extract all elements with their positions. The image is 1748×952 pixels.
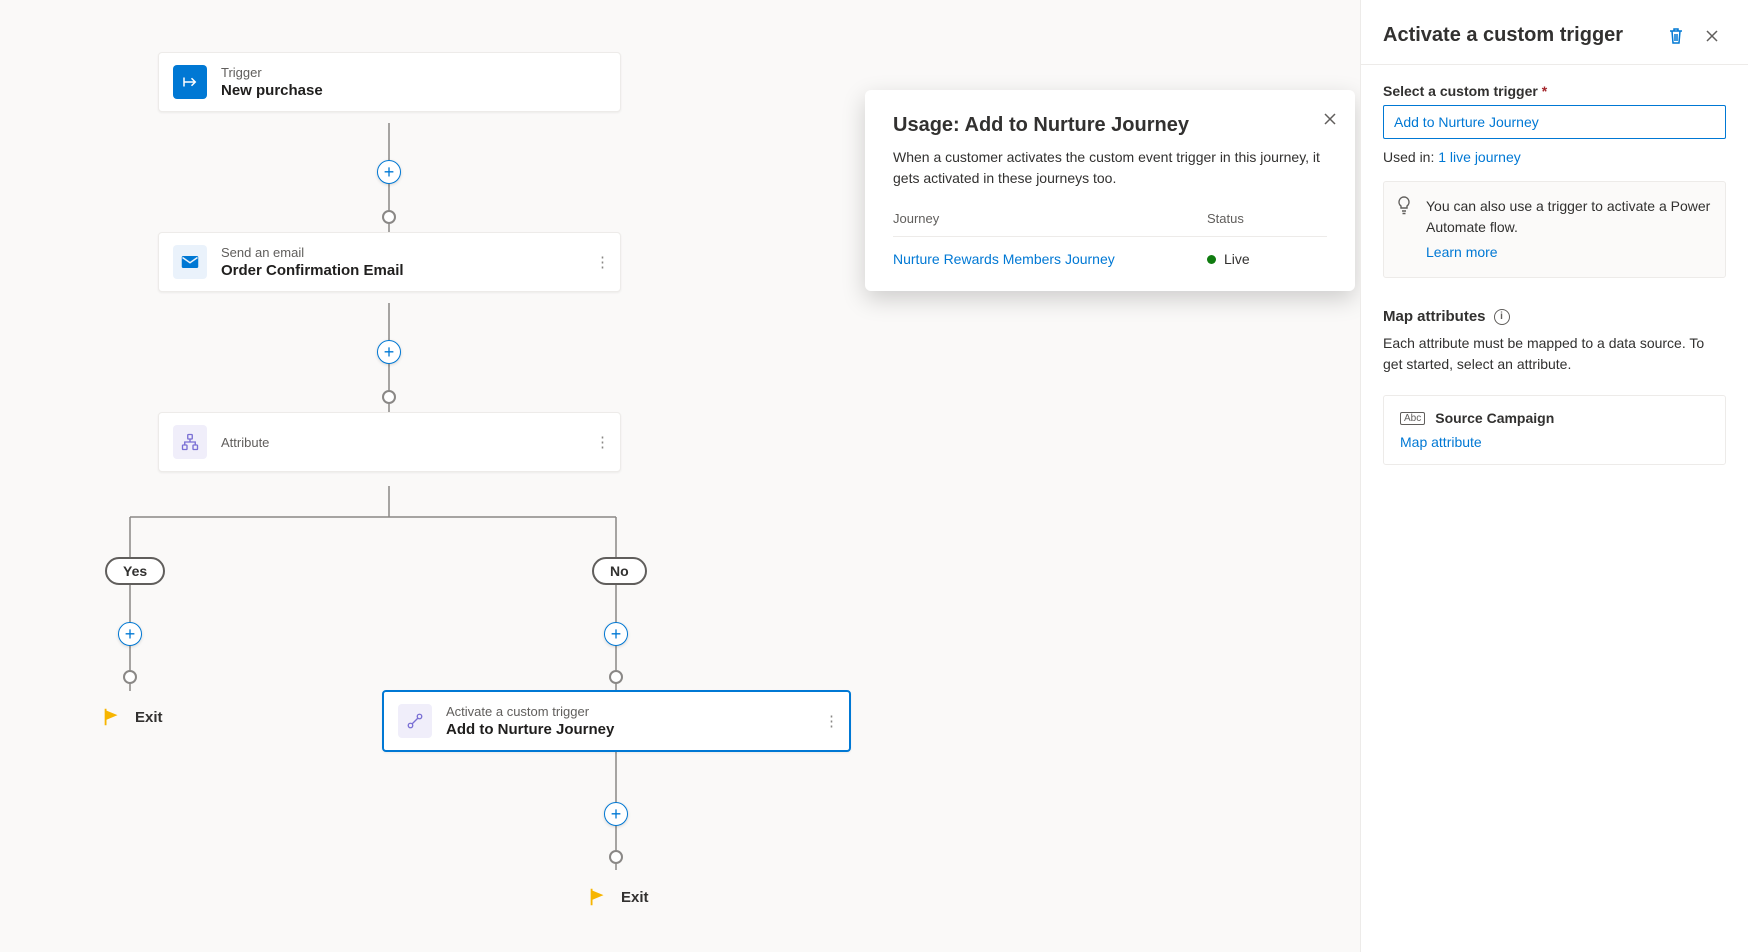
attribute-name: Source Campaign: [1435, 410, 1554, 426]
close-icon[interactable]: [1323, 112, 1337, 129]
map-attributes-heading: Map attributes: [1383, 308, 1486, 325]
info-callout: You can also use a trigger to activate a…: [1383, 181, 1726, 278]
table-row: Nurture Rewards Members Journey Live: [893, 237, 1327, 275]
branch-yes[interactable]: Yes: [105, 557, 165, 585]
lightbulb-icon: [1396, 196, 1412, 222]
column-journey: Journey: [893, 211, 1207, 226]
connector-end-dot: [609, 850, 623, 864]
text-type-icon: Abc: [1400, 412, 1425, 425]
exit-label: Exit: [621, 889, 649, 906]
add-step-button[interactable]: +: [118, 622, 142, 646]
used-in-text: Used in: 1 live journey: [1383, 149, 1726, 165]
status-indicator: [1207, 255, 1216, 264]
journey-link[interactable]: Nurture Rewards Members Journey: [893, 251, 1115, 267]
add-step-button[interactable]: +: [377, 340, 401, 364]
info-icon[interactable]: i: [1494, 309, 1510, 325]
activate-trigger-icon: [398, 704, 432, 738]
exit-marker: Exit: [587, 886, 649, 908]
map-attributes-desc: Each attribute must be mapped to a data …: [1383, 333, 1726, 375]
column-status: Status: [1207, 211, 1327, 226]
node-title: Order Confirmation Email: [221, 262, 404, 279]
node-more-button[interactable]: ⋮: [595, 253, 610, 271]
attribute-item[interactable]: Abc Source Campaign Map attribute: [1383, 395, 1726, 465]
usage-description: When a customer activates the custom eve…: [893, 147, 1327, 189]
node-more-button[interactable]: ⋮: [595, 433, 610, 451]
connector-end-dot: [609, 670, 623, 684]
learn-more-link[interactable]: Learn more: [1426, 242, 1498, 263]
add-step-button[interactable]: +: [377, 160, 401, 184]
usage-title: Usage: Add to Nurture Journey: [893, 114, 1327, 137]
node-email[interactable]: Send an email Order Confirmation Email ⋮: [158, 232, 621, 292]
node-label: Activate a custom trigger: [446, 704, 614, 719]
node-more-button[interactable]: ⋮: [824, 712, 839, 730]
used-in-link[interactable]: 1 live journey: [1438, 149, 1521, 165]
trigger-icon: [173, 65, 207, 99]
panel-title: Activate a custom trigger: [1383, 22, 1654, 49]
journey-canvas[interactable]: Trigger New purchase + Send an email Ord…: [0, 0, 1360, 952]
usage-popup: Usage: Add to Nurture Journey When a cus…: [865, 90, 1355, 291]
node-label: Send an email: [221, 245, 404, 260]
node-trigger[interactable]: Trigger New purchase: [158, 52, 621, 112]
connector-end-dot: [382, 210, 396, 224]
connector-end-dot: [382, 390, 396, 404]
exit-marker: Exit: [101, 706, 163, 728]
select-trigger-input[interactable]: Add to Nurture Journey: [1383, 105, 1726, 139]
delete-button[interactable]: [1662, 22, 1690, 50]
node-label: Attribute: [221, 435, 269, 450]
add-step-button[interactable]: +: [604, 622, 628, 646]
attribute-icon: [173, 425, 207, 459]
node-label: Trigger: [221, 65, 323, 80]
node-title: New purchase: [221, 82, 323, 99]
select-trigger-label: Select a custom trigger *: [1383, 83, 1726, 99]
branch-no[interactable]: No: [592, 557, 647, 585]
close-panel-button[interactable]: [1698, 22, 1726, 50]
email-icon: [173, 245, 207, 279]
node-title: Add to Nurture Journey: [446, 721, 614, 738]
map-attribute-link[interactable]: Map attribute: [1400, 434, 1482, 450]
callout-text: You can also use a trigger to activate a…: [1426, 198, 1710, 235]
add-step-button[interactable]: +: [604, 802, 628, 826]
status-text: Live: [1224, 251, 1250, 267]
node-activate-trigger[interactable]: Activate a custom trigger Add to Nurture…: [382, 690, 851, 752]
properties-panel: Activate a custom trigger Select a custo…: [1360, 0, 1748, 952]
usage-table: Journey Status Nurture Rewards Members J…: [893, 211, 1327, 275]
node-attribute[interactable]: Attribute ⋮: [158, 412, 621, 472]
connector-end-dot: [123, 670, 137, 684]
exit-label: Exit: [135, 709, 163, 726]
